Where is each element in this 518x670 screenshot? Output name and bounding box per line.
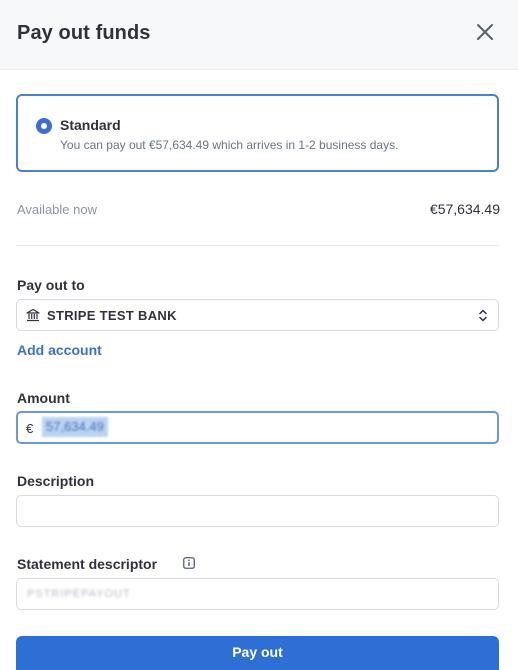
bank-icon bbox=[26, 308, 40, 322]
divider bbox=[16, 245, 499, 246]
bank-name: STRIPE TEST BANK bbox=[47, 308, 177, 323]
amount-input[interactable]: € 57,634.49 bbox=[16, 411, 499, 444]
info-icon[interactable] bbox=[183, 557, 195, 569]
currency-symbol: € bbox=[26, 421, 34, 436]
dialog-header: Pay out funds bbox=[0, 0, 518, 70]
bank-account-select[interactable]: STRIPE TEST BANK bbox=[16, 299, 499, 331]
payout-to-label: Pay out to bbox=[17, 277, 85, 293]
description-input[interactable] bbox=[16, 495, 499, 527]
amount-label: Amount bbox=[17, 390, 70, 406]
description-label: Description bbox=[17, 473, 95, 489]
close-icon[interactable] bbox=[473, 20, 497, 44]
statement-descriptor-input[interactable]: PSTRIPEPAYOUT bbox=[16, 578, 499, 610]
add-account-link[interactable]: Add account bbox=[17, 342, 102, 358]
amount-value: 57,634.49 bbox=[42, 417, 108, 437]
option-description: You can pay out €57,634.49 which arrives… bbox=[60, 138, 399, 152]
chevron-updown-icon bbox=[479, 309, 487, 322]
payout-option-standard[interactable]: Standard You can pay out €57,634.49 whic… bbox=[16, 94, 499, 172]
statement-descriptor-label: Statement descriptor bbox=[17, 556, 158, 572]
available-label: Available now bbox=[17, 202, 97, 217]
radio-selected[interactable] bbox=[36, 118, 52, 134]
available-amount: €57,634.49 bbox=[429, 201, 500, 217]
option-title: Standard bbox=[60, 117, 121, 133]
statement-descriptor-value: PSTRIPEPAYOUT bbox=[27, 588, 131, 600]
dialog-title: Pay out funds bbox=[17, 22, 151, 44]
pay-out-button[interactable]: Pay out bbox=[16, 636, 499, 670]
